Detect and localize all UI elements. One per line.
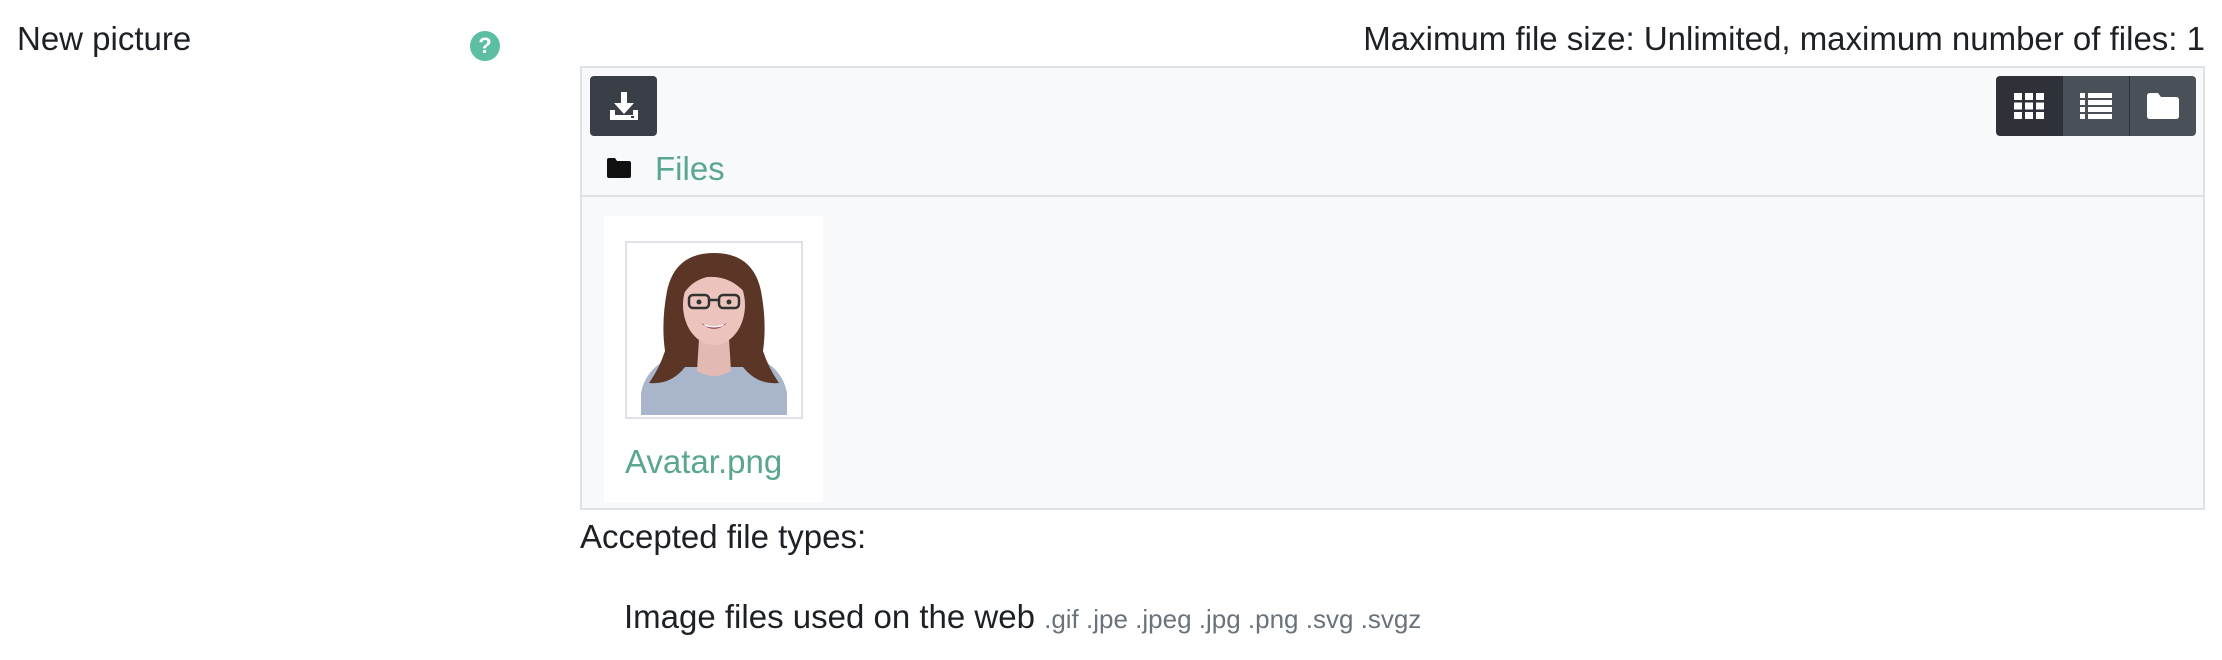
path-files-link[interactable]: Files: [655, 150, 725, 188]
max-file-info: Maximum file size: Unlimited, maximum nu…: [1363, 20, 2205, 57]
download-icon: [609, 92, 638, 120]
folder-icon: [2147, 93, 2179, 119]
list-view-button[interactable]: [2062, 76, 2129, 136]
icon-view-button[interactable]: [1996, 76, 2062, 136]
divider: [582, 195, 2203, 197]
file-name[interactable]: Avatar.png: [625, 443, 782, 481]
question-circle-icon[interactable]: ?: [470, 31, 500, 61]
file-thumbnail: [625, 241, 803, 419]
avatar-thumbnail: [627, 243, 801, 417]
file-type-extensions: .gif .jpe .jpeg .jpg .png .svg .svgz: [1044, 604, 1422, 634]
folder-icon: [607, 158, 631, 178]
grid-icon: [2014, 93, 2044, 119]
tree-view-button[interactable]: [2129, 76, 2196, 136]
list-icon: [2080, 93, 2112, 119]
add-file-button[interactable]: [590, 76, 657, 136]
file-manager: Files Avatar.png: [580, 66, 2205, 510]
accepted-file-types-label: Accepted file types:: [580, 518, 867, 555]
accepted-type-item: Image files used on the web .gif .jpe .j…: [624, 598, 1421, 636]
file-type-name: Image files used on the web: [624, 598, 1035, 635]
view-toggle-group: [1996, 76, 2196, 136]
field-label: New picture: [17, 20, 192, 57]
file-item[interactable]: Avatar.png: [604, 216, 823, 502]
